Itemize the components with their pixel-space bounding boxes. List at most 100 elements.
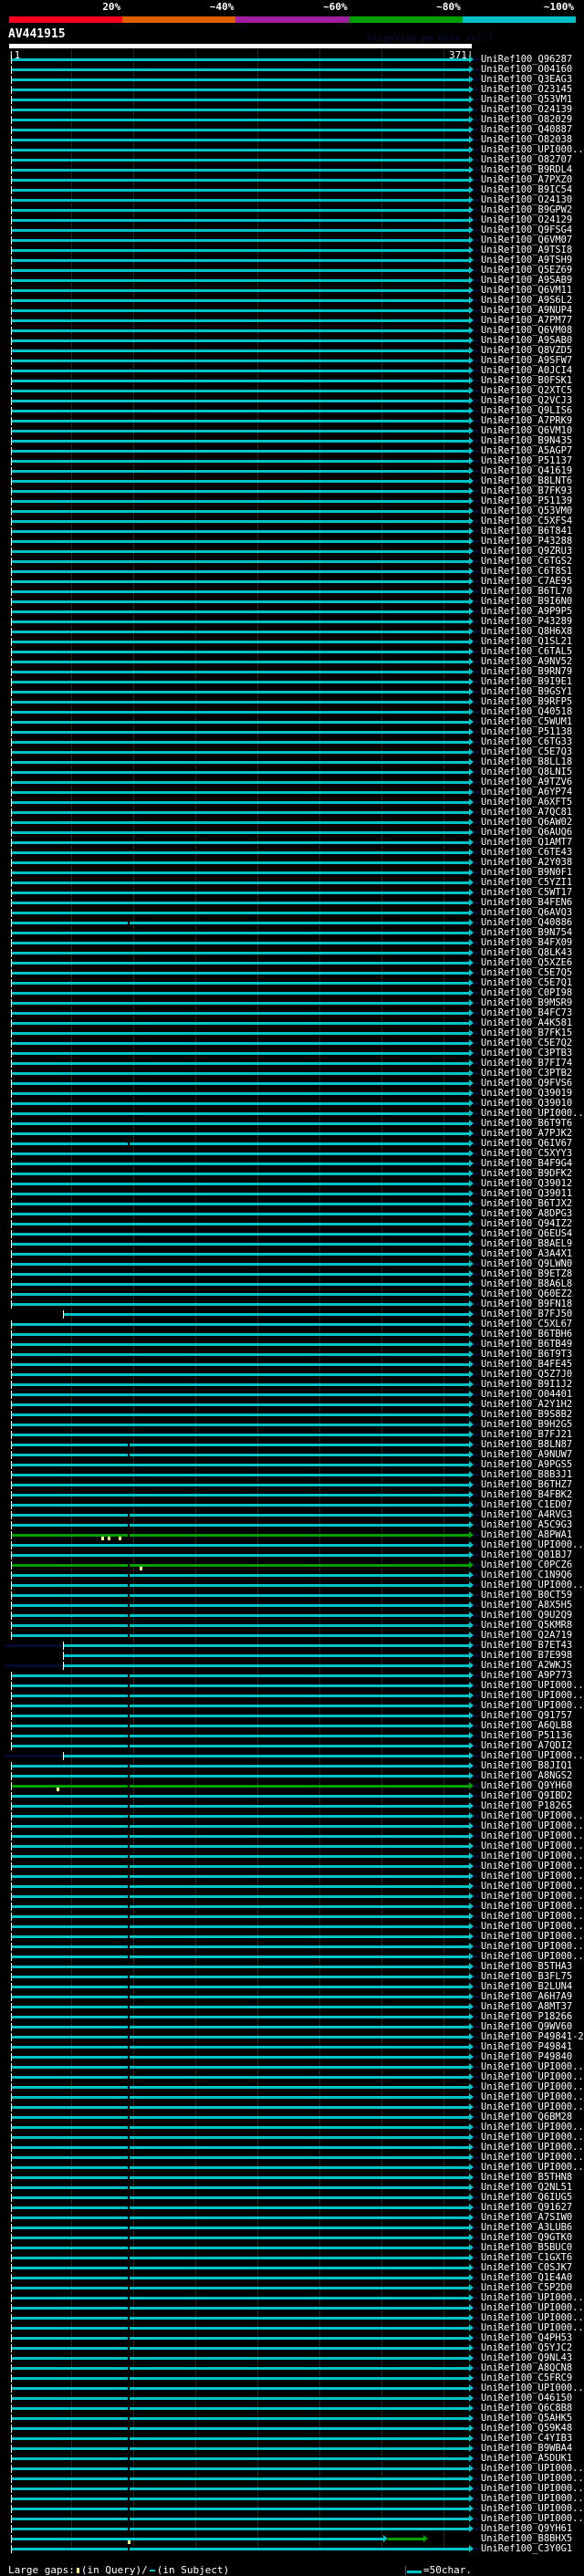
alignment-start-tick <box>11 1531 12 1539</box>
alignment-start-tick <box>11 1049 12 1058</box>
alignment-start-tick <box>11 1632 12 1640</box>
alignment-start-tick <box>11 959 12 967</box>
subject-gap <box>127 2176 130 2179</box>
alignment-start-tick <box>62 1642 64 1650</box>
alignment-start-tick <box>11 1210 12 1218</box>
subject-gap <box>127 2227 130 2229</box>
alignment-start-tick <box>11 1260 12 1268</box>
alignment-start-tick <box>11 688 12 696</box>
overhang-right <box>474 99 479 101</box>
hit-label[interactable]: UniRef100_C3Y0G1 <box>481 2544 572 2554</box>
alignment-bar <box>11 681 469 683</box>
alignment-start-tick <box>11 2073 12 2081</box>
overhang-right <box>474 199 479 202</box>
alignment-bar <box>11 440 469 443</box>
overhang-right <box>474 1434 479 1436</box>
alignment-start-tick <box>11 869 12 877</box>
subject-gap <box>127 2407 130 2410</box>
alignment-bar <box>11 259 469 262</box>
overhang-right <box>474 2186 479 2189</box>
alignment-bar <box>11 1293 469 1296</box>
alignment-start-tick <box>11 66 12 74</box>
overhang-right <box>474 1745 479 1747</box>
alignment-start-tick <box>11 1200 12 1208</box>
alignment-start-tick <box>11 2384 12 2393</box>
alignment-start-tick <box>11 1280 12 1288</box>
alignment-start-tick <box>11 467 12 475</box>
alignment-start-tick <box>11 949 12 957</box>
alignment-start-tick <box>11 2174 12 2182</box>
alignment-bar <box>11 2367 469 2370</box>
alignment-start-tick <box>11 668 12 676</box>
alignment-bar <box>11 1504 469 1507</box>
alignment-bar <box>11 1223 469 1225</box>
alignment-start-tick <box>11 2013 12 2021</box>
alignment-bar <box>11 2377 469 2380</box>
alignment-start-tick <box>11 2043 12 2051</box>
overhang-right <box>474 1986 479 1988</box>
alignment-bar <box>11 2437 469 2440</box>
subject-gap <box>127 2327 130 2330</box>
subject-gap <box>127 2417 130 2420</box>
overhang-right <box>474 1935 479 1938</box>
alignment-bar <box>11 2487 469 2490</box>
overhang-right <box>474 279 479 282</box>
alignment-start-tick <box>11 568 12 576</box>
subject-gap <box>127 1935 130 1938</box>
alignment-start-tick <box>11 1059 12 1068</box>
alignment-bar <box>11 1725 469 1727</box>
subject-gap <box>127 1775 130 1778</box>
subject-gap <box>127 2427 130 2430</box>
alignment-start-tick <box>11 2425 12 2433</box>
alignment-start-tick <box>11 1712 12 1720</box>
alignment-bar <box>11 1935 469 1938</box>
alignment-bar <box>11 78 469 81</box>
overhang-right <box>474 1966 479 1968</box>
hit-row[interactable]: UniRef100_C3Y0G1 <box>0 2544 584 2554</box>
alignment-bar <box>11 1303 469 1306</box>
alignment-bar <box>11 1263 469 1266</box>
overhang-right <box>474 1293 479 1296</box>
overhang-right <box>474 621 479 623</box>
alignment-bar <box>11 1885 469 1888</box>
alignment-bar <box>11 2006 469 2008</box>
alignment-start-tick <box>11 1351 12 1359</box>
alignment-start-tick <box>11 276 12 285</box>
alignment-bar <box>11 1825 469 1828</box>
overhang-right <box>474 1614 479 1617</box>
alignment-bar <box>11 1102 469 1105</box>
overhang-right <box>474 2026 479 2028</box>
overhang-right <box>474 58 479 61</box>
overhang-right <box>474 1474 479 1476</box>
subject-gap <box>127 2467 130 2470</box>
overhang-right <box>474 530 479 533</box>
alignment-start-tick <box>11 1069 12 1078</box>
alignment-bar <box>11 861 469 864</box>
alignment-bar <box>11 1273 469 1276</box>
overhang-right <box>474 109 479 111</box>
subject-gap <box>127 1624 130 1627</box>
alignment-bar <box>11 932 469 934</box>
subject-gap <box>127 2237 130 2239</box>
alignment-bar <box>11 249 469 252</box>
alignment-start-tick <box>11 2023 12 2031</box>
alignment-start-tick <box>11 1009 12 1017</box>
overhang-right <box>474 1163 479 1165</box>
overhang-right <box>474 1845 479 1848</box>
overhang-right <box>474 1644 479 1647</box>
overhang-right <box>474 2056 479 2059</box>
alignment-bar <box>11 2297 469 2300</box>
overhang-right <box>474 1253 479 1256</box>
overhang-right <box>474 2498 479 2500</box>
alignment-start-tick <box>11 1090 12 1098</box>
overhang-right <box>474 1002 479 1005</box>
overhang-right <box>474 319 479 322</box>
alignment-bar <box>11 319 469 322</box>
alignment-bar <box>11 1594 469 1597</box>
overhang-right <box>474 1072 479 1075</box>
overhang-right <box>474 761 479 764</box>
overhang-right <box>474 821 479 824</box>
overhang-right <box>474 1223 479 1225</box>
subject-gap <box>127 1695 130 1697</box>
alignment-start-tick <box>11 2143 12 2152</box>
